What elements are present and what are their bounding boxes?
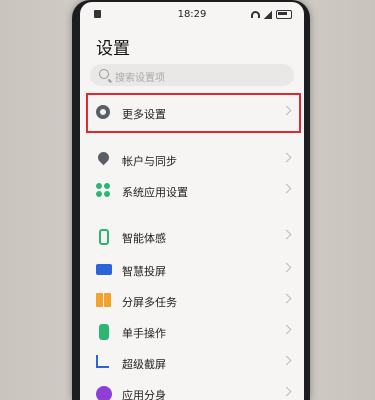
search-placeholder: 搜索设置项 [115,73,165,84]
chevron-right-icon [281,183,292,194]
battery-icon [276,10,292,19]
menu-item-label: 应用分身 [122,389,166,400]
menu-item-one-hand[interactable]: 单手操作 [80,317,304,347]
menu-item-split-screen[interactable]: 分屏多任务 [80,286,304,316]
signal-icon [264,10,272,19]
menu-item-label: 单手操作 [122,327,166,340]
menu-item-label: 超级截屏 [122,358,166,371]
page-title: 设置 [96,39,130,59]
menu-item-label: 系统应用设置 [122,186,188,199]
search-input[interactable]: 搜索设置项 [90,64,294,86]
menu-item-label: 智能体感 [122,232,166,245]
crop-icon [96,355,109,368]
menu-item-screen-cast[interactable]: 智慧投屏 [80,255,304,285]
search-icon [99,69,109,79]
screen-cast-icon [96,264,112,275]
chevron-right-icon [281,355,292,366]
menu-item-label: 分屏多任务 [122,296,177,309]
split-screen-icon [96,293,112,309]
one-hand-icon [99,324,109,340]
menu-item-label: 智慧投屏 [122,265,166,278]
chevron-right-icon [281,262,292,273]
menu-item-system-apps[interactable]: 系统应用设置 [80,176,304,206]
status-icons [251,10,292,19]
menu-item-account-sync[interactable]: 帐户与同步 [80,145,304,175]
phone-screen: 18:29 设置 搜索设置项 更多设置 帐户与同步 系统应用设置 智能体感 智慧… [80,2,304,400]
menu-item-smart-motion[interactable]: 智能体感 [80,222,304,252]
clover-icon [96,183,110,197]
menu-item-super-screenshot[interactable]: 超级截屏 [80,348,304,378]
wifi-icon [251,11,260,18]
chevron-right-icon [281,152,292,163]
chevron-right-icon [281,229,292,240]
status-bar: 18:29 [80,8,304,24]
phone-sense-icon [99,229,109,245]
chevron-right-icon [281,324,292,335]
chevron-right-icon [281,293,292,304]
menu-item-app-clone[interactable]: 应用分身 [80,379,304,400]
chevron-right-icon [281,386,292,397]
highlight-box [86,93,301,133]
app-clone-icon [96,386,112,400]
menu-item-label: 帐户与同步 [122,155,177,168]
location-pin-icon [95,149,112,166]
